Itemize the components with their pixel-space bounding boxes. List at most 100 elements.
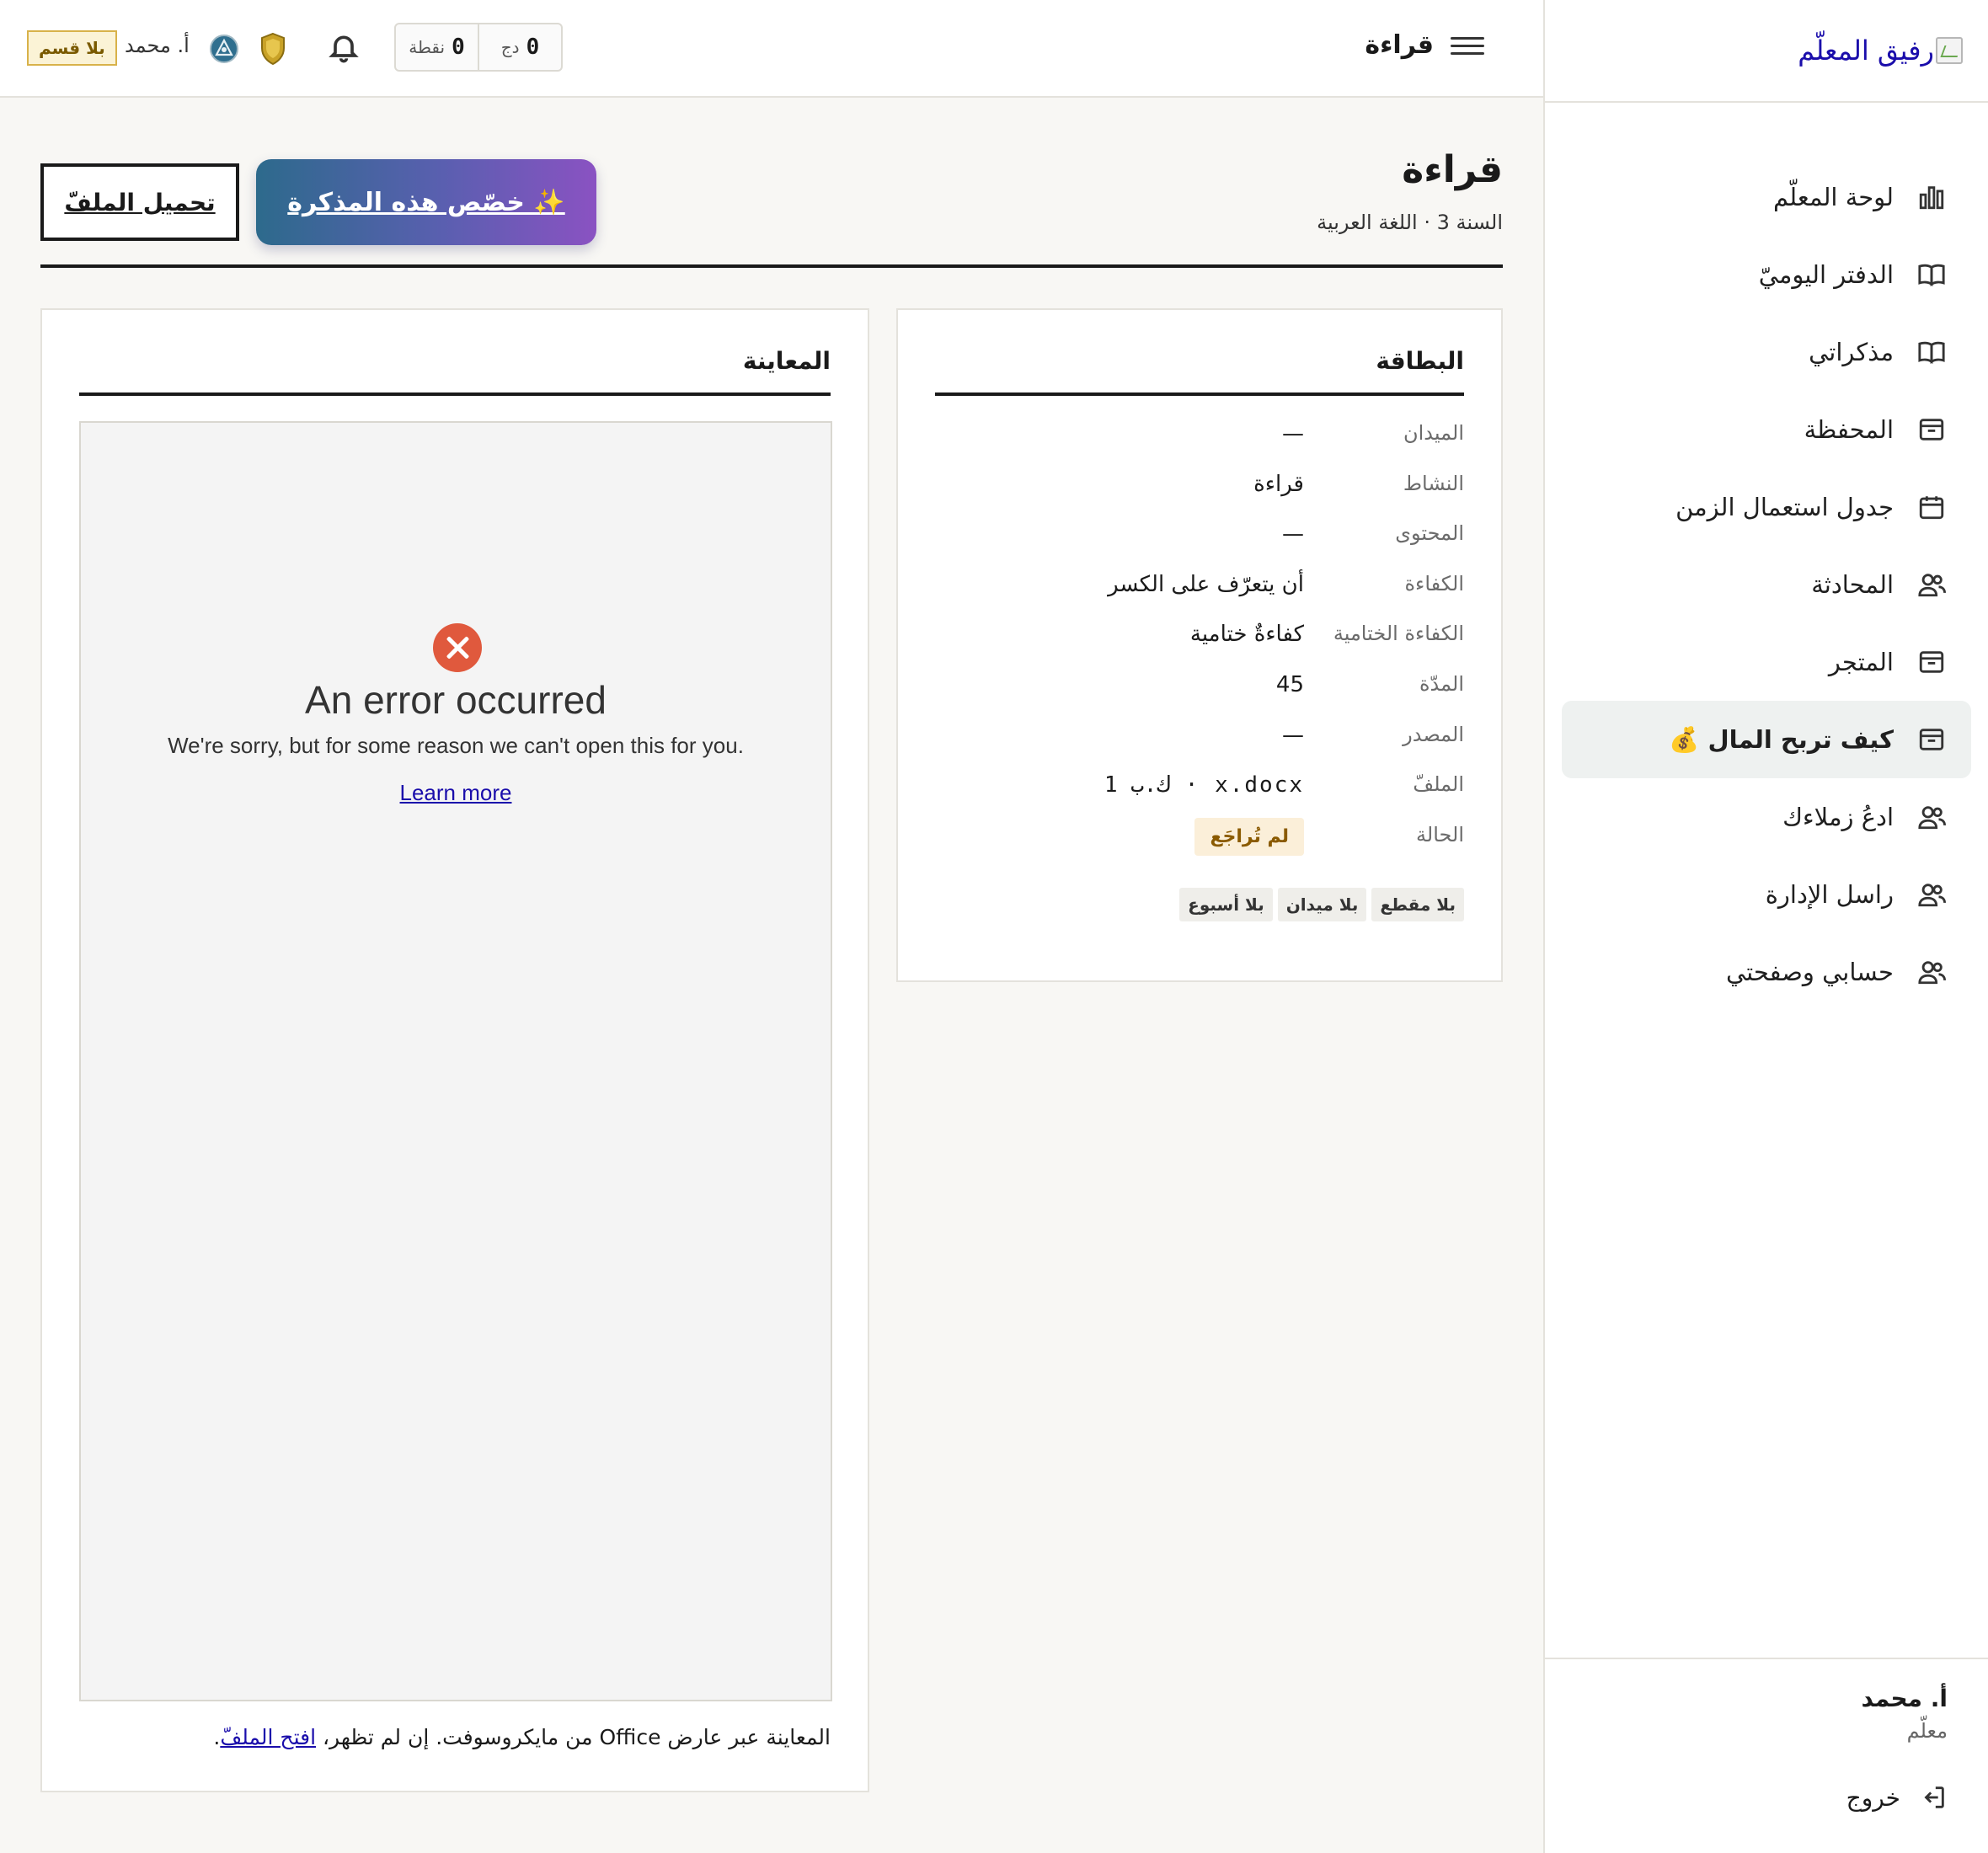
notifications-button[interactable] [327,30,361,64]
card-row-competency: الكفاءة أن يتعرّف على الكسر [933,572,1464,622]
card-row-value: — [1282,722,1304,748]
section-badge: بلا قسم [27,30,117,66]
office-viewer-frame[interactable]: An error occurred We're sorry, but for s… [79,421,832,1701]
sidebar-item-label: الدفتر اليوميّ [1758,260,1894,289]
sidebar-item-invite[interactable]: ادعُ زملاءك [1562,778,1971,856]
sidebar: رفيق المعلّم لوحة المعلّم الدفتر اليوميّ… [1543,0,1988,1853]
bar-chart-icon [1917,183,1946,211]
sidebar-item-my-notes[interactable]: مذكراتي [1562,313,1971,391]
preview-panel: المعاينة An error occurred We're sorry, … [40,308,869,1792]
card-row-file: الملفّ x.docx · ك.ب 1 [933,772,1464,823]
logout-label: خروج [1846,1783,1900,1812]
card-tags: بلا مقطع بلا ميدان بلا أسبوع [1179,888,1464,921]
top-bar: قراءة 0 نقطة 0 دج أ. محمد بلا قسم [0,0,1543,98]
download-file-button[interactable]: تحميل الملفّ [40,163,239,241]
card-row-content: المحتوى — [933,521,1464,572]
card-details: الميدان — النشاط قراءة المحتوى — الكفاءة… [933,421,1464,873]
sidebar-item-daily-log[interactable]: الدفتر اليوميّ [1562,236,1971,313]
card-row-final-competency: الكفاءة الختامية كفاءةٌ ختامية [933,622,1464,672]
brand-alt-text: رفيق المعلّم [1798,35,1934,67]
sidebar-item-contact-admin[interactable]: راسل الإدارة [1562,856,1971,933]
menu-toggle-button[interactable] [1451,32,1484,66]
level-badge-icon [210,35,238,63]
sidebar-item-label: مذكراتي [1809,338,1894,366]
card-row-label: الكفاءة [1404,571,1464,595]
page-header: قراءة السنة 3 · اللغة العربية ✨ خصّص هذه… [40,148,1503,268]
card-row-label: المصدر [1403,722,1464,746]
card-row-value: 45 [1275,671,1304,697]
sidebar-item-label: المحادثة [1811,570,1894,599]
sidebar-item-wallet[interactable]: المحفظة [1562,391,1971,468]
error-icon [433,623,482,672]
sidebar-item-label: المحفظة [1804,415,1894,444]
page-title: قراءة [1402,148,1503,191]
brand-logo-link[interactable]: رفيق المعلّم [1798,35,1963,67]
sidebar-item-account[interactable]: حسابي وصفحتي [1562,933,1971,1011]
top-bar-user[interactable]: أ. محمد [125,34,190,57]
card-row-value: أن يتعرّف على الكسر [1108,571,1304,597]
counters-box: 0 نقطة 0 دج [394,23,563,72]
money-value: 0 [526,35,540,60]
shield-badge-icon [261,32,285,66]
card-row-label: المدّة [1419,671,1464,696]
calendar-icon [1917,493,1946,521]
customize-note-button[interactable]: ✨ خصّص هذه المذكرة [256,159,596,245]
card-row-label: المحتوى [1395,521,1464,546]
sidebar-item-label: حسابي وصفحتي [1725,958,1894,986]
card-row-value: — [1282,421,1304,446]
broken-image-icon [1936,37,1963,64]
card-row-value: x.docx · ك.ب 1 [1104,772,1304,798]
top-bar-title: قراءة [1365,30,1434,60]
sidebar-item-label: ادعُ زملاءك [1782,803,1894,831]
money-unit: دج [500,37,520,57]
card-row-duration: المدّة 45 [933,672,1464,723]
users-icon [1917,958,1946,986]
sidebar-item-label: جدول استعمال الزمن [1675,493,1894,521]
sidebar-footer: أ. محمد معلّم خروج [1543,1658,1988,1853]
card-row-label: الكفاءة الختامية [1333,622,1464,646]
sidebar-item-chat[interactable]: المحادثة [1562,546,1971,623]
sidebar-item-store[interactable]: المتجر [1562,623,1971,701]
users-icon [1917,570,1946,599]
open-file-link[interactable]: افتح الملفّ [220,1725,316,1749]
error-message: We're sorry, but for some reason we can'… [168,733,744,758]
learn-more-link[interactable]: Learn more [81,780,831,806]
card-row-value: لم تُراجَع [933,817,1304,856]
archive-icon [1917,415,1946,444]
card-row-status: الحالة لم تُراجَع [933,817,1464,873]
sidebar-nav: لوحة المعلّم الدفتر اليوميّ مذكراتي المح… [1545,103,1988,1011]
book-icon [1917,260,1946,289]
status-badge: لم تُراجَع [1194,817,1304,856]
book-icon [1917,338,1946,366]
user-name: أ. محمد [1861,1685,1948,1712]
sidebar-item-dashboard[interactable]: لوحة المعلّم [1562,158,1971,236]
card-row-value: قراءة [1253,471,1304,497]
card-panel-title: البطاقة [935,347,1464,396]
tag-no-week: بلا أسبوع [1179,888,1273,921]
card-row-value: كفاءةٌ ختامية [1189,622,1304,648]
card-row-label: الملفّ [1413,772,1464,797]
sidebar-item-label: راسل الإدارة [1765,880,1894,909]
card-row-value: — [1282,521,1304,547]
card-row-label: النشاط [1403,471,1464,495]
logout-button[interactable]: خروج [1543,1783,1948,1812]
logout-icon [1924,1786,1944,1808]
card-panel: البطاقة الميدان — النشاط قراءة المحتوى —… [896,308,1503,982]
card-row-domain: الميدان — [933,421,1464,472]
sidebar-item-label: المتجر [1828,648,1894,676]
bell-icon [329,35,359,63]
brand-header: رفيق المعلّم [1545,0,1988,103]
sidebar-item-label: لوحة المعلّم [1772,183,1894,211]
archive-icon [1917,725,1946,754]
card-row-source: المصدر — [933,723,1464,773]
preview-panel-title: المعاينة [79,347,831,396]
card-row-activity: النشاط قراءة [933,472,1464,522]
sidebar-item-earn-money[interactable]: كيف تربح المال 💰 [1562,701,1971,778]
sidebar-item-timetable[interactable]: جدول استعمال الزمن [1562,468,1971,546]
archive-icon [1917,648,1946,676]
users-icon [1917,880,1946,909]
hamburger-icon [1451,37,1484,40]
card-row-label: الحالة [1416,822,1464,846]
points-value: 0 [452,35,465,60]
users-icon [1917,803,1946,831]
